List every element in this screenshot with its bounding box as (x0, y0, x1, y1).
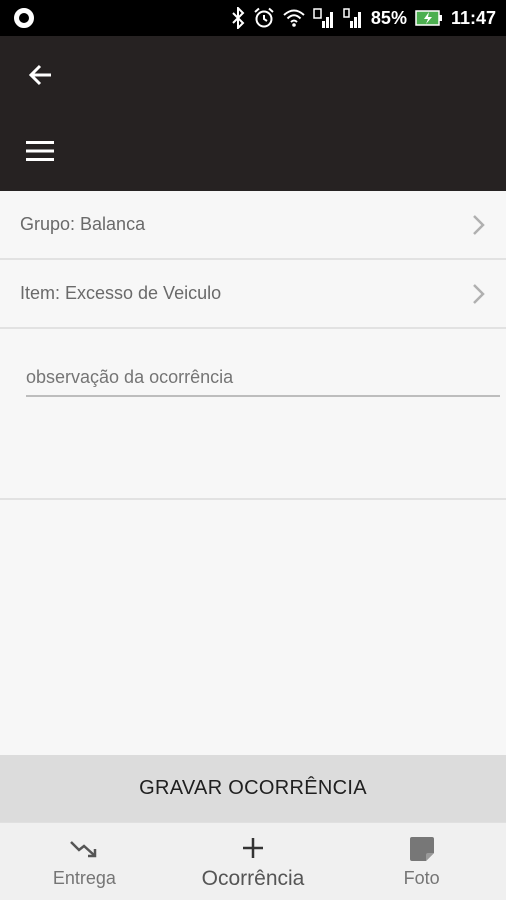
nav-foto[interactable]: Foto (337, 823, 506, 900)
bottom-navigation: Entrega Ocorrência Foto (0, 822, 506, 900)
notification-ring-icon (14, 8, 34, 28)
battery-percentage: 85% (370, 7, 407, 28)
chevron-right-icon (473, 283, 485, 304)
save-occurrence-button[interactable]: GRAVAR OCORRÊNCIA (0, 755, 506, 822)
alarm-icon (254, 7, 274, 28)
observation-area (0, 329, 506, 500)
grupo-selector[interactable]: Grupo: Balanca (0, 191, 506, 260)
status-icons: 85% 11:47 (231, 0, 496, 36)
nav-foto-label: Foto (403, 868, 440, 888)
nav-entrega-label: Entrega (52, 868, 116, 888)
bluetooth-icon (232, 7, 245, 29)
arrow-left-icon (28, 64, 51, 86)
save-occurrence-label: GRAVAR OCORRÊNCIA (139, 777, 367, 799)
clock: 11:47 (450, 7, 496, 28)
back-button[interactable] (20, 58, 60, 92)
signal-sim1-icon (313, 8, 333, 28)
app-bar (0, 36, 506, 191)
battery-charging-icon (415, 10, 442, 26)
nav-ocorrencia[interactable]: Ocorrência (169, 823, 338, 900)
grupo-label: Grupo: Balanca (20, 214, 146, 234)
status-bar: 85% 11:47 (0, 0, 506, 36)
hamburger-menu-icon (26, 141, 54, 161)
nav-entrega[interactable]: Entrega (0, 823, 169, 900)
wifi-icon (283, 9, 305, 27)
trending-down-icon (70, 841, 97, 858)
signal-sim2-icon (343, 8, 361, 28)
menu-button[interactable] (20, 134, 60, 168)
item-selector[interactable]: Item: Excesso de Veiculo (0, 260, 506, 329)
observation-input[interactable] (26, 363, 500, 397)
plus-icon (243, 837, 263, 858)
nav-ocorrencia-label: Ocorrência (201, 866, 305, 890)
photo-icon (409, 837, 434, 861)
item-label: Item: Excesso de Veiculo (20, 283, 222, 303)
form-content: Grupo: Balanca Item: Excesso de Veiculo (0, 191, 506, 500)
chevron-right-icon (473, 214, 485, 235)
